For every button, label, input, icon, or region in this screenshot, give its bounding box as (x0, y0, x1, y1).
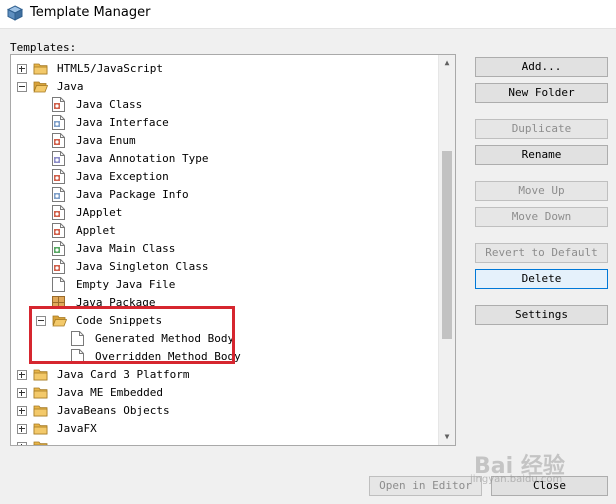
tree-row-label: Java Annotation Type (76, 152, 209, 165)
tree-rows: HTML5/JavaScript Java Java Class Java Inter… (11, 55, 438, 445)
template-tree[interactable]: HTML5/JavaScript Java Java Class Java Inter… (10, 54, 456, 446)
folder-icon (33, 404, 48, 417)
expand-plus-icon[interactable] (17, 406, 27, 416)
tree-row[interactable]: Java Main Class (11, 240, 438, 258)
tree-row-label: Java ME Embedded (57, 386, 163, 399)
tree-scrollbar[interactable]: ▲ ▼ (438, 55, 455, 445)
tree-row[interactable]: JavaBeans Objects (11, 402, 438, 420)
expand-plus-icon[interactable] (17, 370, 27, 380)
tree-row-label: Java Package Info (76, 188, 189, 201)
tree-row[interactable]: Empty Java File (11, 276, 438, 294)
tree-row-label: Empty Java File (76, 278, 176, 291)
tree-row[interactable]: Java Singleton Class (11, 258, 438, 276)
add-button[interactable]: Add... (475, 57, 608, 77)
tree-row[interactable]: Java Enum (11, 132, 438, 150)
delete-button[interactable]: Delete (475, 269, 608, 289)
tree-row[interactable]: Java Exception (11, 168, 438, 186)
new-folder-button[interactable]: New Folder (475, 83, 608, 103)
templates-label: Templates: (10, 41, 77, 54)
japplet-icon (52, 205, 65, 220)
tree-row-label: Java Interface (76, 116, 169, 129)
java-main-class-icon (52, 241, 65, 256)
settings-button[interactable]: Settings (475, 305, 608, 325)
java-singleton-icon (52, 259, 65, 274)
applet-icon (52, 223, 65, 238)
folder-icon (33, 368, 48, 381)
tree-row-label: Java Card 3 Platform (57, 368, 190, 381)
duplicate-button[interactable]: Duplicate (475, 119, 608, 139)
move-up-button[interactable]: Move Up (475, 181, 608, 201)
tree-row-label: JApplet (76, 206, 123, 219)
tree-row[interactable]: Java Class (11, 96, 438, 114)
tree-row[interactable]: Java Interface (11, 114, 438, 132)
java-annotation-icon (52, 151, 65, 166)
tree-row-label: JavaBeans Objects (57, 404, 170, 417)
tree-row-label: Java Exception (76, 170, 169, 183)
scroll-thumb[interactable] (442, 151, 452, 339)
tree-row[interactable] (11, 438, 438, 445)
close-button[interactable]: Close (491, 476, 608, 496)
folder-icon (33, 62, 48, 75)
folder-open-icon (33, 80, 49, 93)
tree-row-label: JavaFX (57, 422, 97, 435)
tree-row[interactable]: Java Annotation Type (11, 150, 438, 168)
tree-row[interactable]: Java ME Embedded (11, 384, 438, 402)
java-interface-icon (52, 115, 65, 130)
folder-icon (33, 386, 48, 399)
expand-plus-icon[interactable] (17, 424, 27, 434)
collapse-minus-icon[interactable] (17, 82, 27, 92)
tree-row-label: Java Main Class (76, 242, 176, 255)
tree-row[interactable]: Java (11, 78, 438, 96)
tree-row-label: HTML5/JavaScript (57, 62, 163, 75)
tree-row-label: Java (57, 80, 84, 93)
tree-row[interactable]: Java Card 3 Platform (11, 366, 438, 384)
rename-button[interactable]: Rename (475, 145, 608, 165)
java-exception-icon (52, 169, 65, 184)
tree-row-label: Java Class (76, 98, 143, 111)
tree-row[interactable]: Applet (11, 222, 438, 240)
tree-row[interactable]: HTML5/JavaScript (11, 60, 438, 78)
revert-to-default-button[interactable]: Revert to Default (475, 243, 608, 263)
tree-row[interactable]: JavaFX (11, 420, 438, 438)
title-bar: Template Manager (0, 0, 616, 29)
open-in-editor-button[interactable]: Open in Editor (369, 476, 482, 496)
red-highlight-box (29, 306, 235, 364)
scroll-up-arrow-icon[interactable]: ▲ (439, 55, 455, 71)
tree-row[interactable]: JApplet (11, 204, 438, 222)
tree-row-label: Java Enum (76, 134, 136, 147)
java-package-info-icon (52, 187, 65, 202)
tree-row[interactable]: Java Package Info (11, 186, 438, 204)
expand-plus-icon[interactable] (17, 388, 27, 398)
expand-plus-icon[interactable] (17, 64, 27, 74)
window-title: Template Manager (30, 5, 151, 20)
tree-row-label: Java Singleton Class (76, 260, 209, 273)
expand-plus-icon[interactable] (17, 442, 27, 445)
empty-file-icon (52, 277, 65, 292)
java-enum-icon (52, 133, 65, 148)
scroll-down-arrow-icon[interactable]: ▼ (439, 429, 455, 445)
java-class-icon (52, 97, 65, 112)
move-down-button[interactable]: Move Down (475, 207, 608, 227)
folder-icon (33, 422, 48, 435)
folder-icon (33, 440, 48, 445)
app-cube-icon (7, 5, 23, 21)
tree-row-label: Applet (76, 224, 116, 237)
